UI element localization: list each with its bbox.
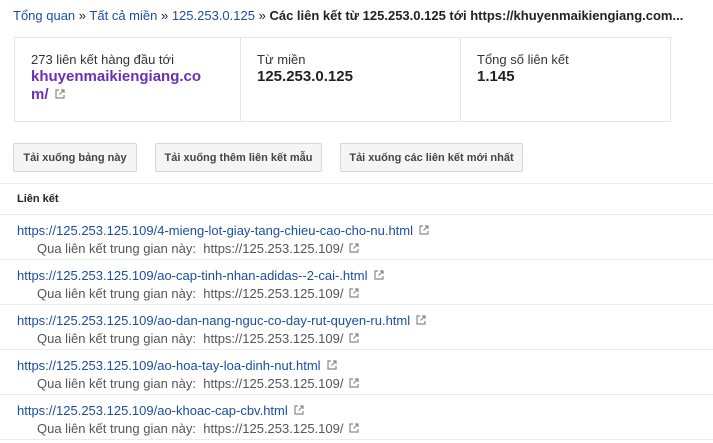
row-divider <box>0 439 713 440</box>
breadcrumb-domain[interactable]: 125.253.0.125 <box>172 8 255 23</box>
link-url[interactable]: https://125.253.125.109/ao-hoa-tay-loa-d… <box>17 358 338 373</box>
download-more-samples-button[interactable]: Tải xuống thêm liên kết mẫu <box>155 143 322 172</box>
row-divider <box>0 394 713 395</box>
divider <box>0 183 713 184</box>
column-header-links[interactable]: Liên kết <box>17 193 59 205</box>
target-domain-line1[interactable]: khuyenmaikiengiang.co <box>31 68 201 85</box>
link-url-text[interactable]: https://125.253.125.109/ao-khoac-cap-cbv… <box>17 403 288 418</box>
page-title: Các liên kết từ 125.253.0.125 tới https:… <box>269 8 684 23</box>
stat-top-links-label: 273 liên kết hàng đầu tới <box>31 52 174 67</box>
row-divider <box>0 259 713 260</box>
via-label: Qua liên kết trung gian này: <box>37 376 196 391</box>
external-link-icon[interactable] <box>415 314 427 326</box>
stat-top-links: 273 liên kết hàng đầu tới khuyenmaikieng… <box>15 38 241 121</box>
external-link-icon[interactable] <box>293 404 305 416</box>
download-table-button[interactable]: Tải xuống bảng này <box>13 143 137 172</box>
external-link-icon[interactable] <box>348 332 360 344</box>
external-link-icon[interactable] <box>54 88 66 100</box>
via-url[interactable]: https://125.253.125.109/ <box>203 421 343 436</box>
link-url[interactable]: https://125.253.125.109/ao-khoac-cap-cbv… <box>17 403 305 418</box>
stat-total-links: Tổng số liên kết 1.145 <box>461 38 670 121</box>
via-url[interactable]: https://125.253.125.109/ <box>203 241 343 256</box>
via-label: Qua liên kết trung gian này: <box>37 331 196 346</box>
link-url-text[interactable]: https://125.253.125.109/ao-hoa-tay-loa-d… <box>17 358 321 373</box>
external-link-icon[interactable] <box>348 242 360 254</box>
breadcrumb-all-domains[interactable]: Tất cả miền <box>89 8 157 23</box>
link-url[interactable]: https://125.253.125.109/ao-dan-nang-nguc… <box>17 313 427 328</box>
stat-total-links-label: Tổng số liên kết <box>477 52 569 67</box>
via-link: Qua liên kết trung gian này: https://125… <box>37 241 360 256</box>
external-link-icon[interactable] <box>348 422 360 434</box>
target-domain-link[interactable]: khuyenmaikiengiang.co m/ <box>31 68 224 104</box>
link-url-text[interactable]: https://125.253.125.109/ao-dan-nang-nguc… <box>17 313 410 328</box>
breadcrumb-separator: » <box>78 8 87 23</box>
link-url-text[interactable]: https://125.253.125.109/ao-cap-tinh-nhan… <box>17 268 368 283</box>
stats-panel: 273 liên kết hàng đầu tới khuyenmaikieng… <box>14 37 671 122</box>
stat-from-domain: Từ miền 125.253.0.125 <box>241 38 461 121</box>
breadcrumb-separator: » <box>258 8 266 23</box>
via-label: Qua liên kết trung gian này: <box>37 286 196 301</box>
breadcrumb: Tổng quan » Tất cả miền » 125.253.0.125 … <box>13 8 683 23</box>
row-divider <box>0 304 713 305</box>
target-domain-line2[interactable]: m/ <box>31 86 49 103</box>
via-link: Qua liên kết trung gian này: https://125… <box>37 376 360 391</box>
breadcrumb-overview[interactable]: Tổng quan <box>13 8 75 23</box>
download-latest-button[interactable]: Tải xuống các liên kết mới nhất <box>340 143 523 172</box>
via-link: Qua liên kết trung gian này: https://125… <box>37 286 360 301</box>
external-link-icon[interactable] <box>348 377 360 389</box>
via-link: Qua liên kết trung gian này: https://125… <box>37 331 360 346</box>
external-link-icon[interactable] <box>326 359 338 371</box>
breadcrumb-separator: » <box>160 8 169 23</box>
via-url[interactable]: https://125.253.125.109/ <box>203 376 343 391</box>
row-divider <box>0 349 713 350</box>
via-url[interactable]: https://125.253.125.109/ <box>203 286 343 301</box>
via-link: Qua liên kết trung gian này: https://125… <box>37 421 360 436</box>
divider <box>0 214 713 215</box>
link-url[interactable]: https://125.253.125.109/ao-cap-tinh-nhan… <box>17 268 385 283</box>
stat-total-links-value: 1.145 <box>477 68 515 85</box>
external-link-icon[interactable] <box>373 269 385 281</box>
external-link-icon[interactable] <box>418 224 430 236</box>
stat-from-domain-label: Từ miền <box>257 52 306 67</box>
via-label: Qua liên kết trung gian này: <box>37 421 196 436</box>
stat-from-domain-value: 125.253.0.125 <box>257 68 353 85</box>
link-url[interactable]: https://125.253.125.109/4-mieng-lot-giay… <box>17 223 430 238</box>
external-link-icon[interactable] <box>348 287 360 299</box>
via-url[interactable]: https://125.253.125.109/ <box>203 331 343 346</box>
via-label: Qua liên kết trung gian này: <box>37 241 196 256</box>
link-url-text[interactable]: https://125.253.125.109/4-mieng-lot-giay… <box>17 223 413 238</box>
